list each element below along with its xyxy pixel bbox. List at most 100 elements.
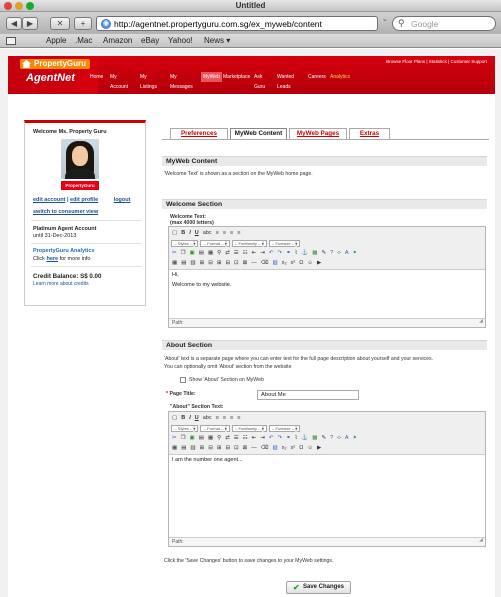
table-icon[interactable]: ▦ bbox=[171, 260, 178, 266]
numbered-list-icon[interactable]: ☷ bbox=[242, 250, 249, 256]
header-top-links[interactable]: Browse Floor Plans | Statistics | Custom… bbox=[386, 59, 487, 64]
redo-icon[interactable]: ↷ bbox=[277, 250, 284, 256]
paste-text-icon[interactable]: ▤ bbox=[198, 250, 205, 256]
history-dropdown-icon[interactable]: ⌄ bbox=[382, 15, 388, 23]
remove-format-icon[interactable]: ⌫ bbox=[260, 445, 270, 451]
stop-button[interactable]: ✕ bbox=[50, 17, 70, 30]
styles-select[interactable]: -- Styles -- bbox=[171, 424, 199, 432]
save-changes-button[interactable]: ✔ Save Changes bbox=[286, 581, 352, 594]
align-left-icon[interactable]: ≡ bbox=[215, 230, 220, 236]
add-bookmark-button[interactable]: + bbox=[74, 17, 92, 30]
back-button[interactable]: ◀ bbox=[6, 17, 22, 30]
row-props-icon[interactable]: ▤ bbox=[180, 260, 187, 266]
visual-aid-icon[interactable]: ▨ bbox=[272, 260, 279, 266]
cell-props-icon[interactable]: ▥ bbox=[189, 445, 196, 451]
copy-icon[interactable]: ❐ bbox=[180, 250, 187, 256]
strikethrough-icon[interactable]: abc bbox=[202, 415, 213, 421]
text-color-icon[interactable]: A bbox=[344, 435, 350, 441]
media-icon[interactable]: ▶ bbox=[316, 445, 322, 451]
justify-icon[interactable]: ≡ bbox=[236, 415, 241, 421]
forward-button[interactable]: ▶ bbox=[22, 17, 38, 30]
paste-word-icon[interactable]: ▦ bbox=[207, 435, 214, 441]
indent-icon[interactable]: ⇥ bbox=[259, 250, 266, 256]
emotions-icon[interactable]: ☺ bbox=[306, 445, 314, 451]
nav-home[interactable]: Home bbox=[88, 72, 105, 82]
help-icon[interactable]: ? bbox=[329, 250, 334, 256]
bullet-list-icon[interactable]: ☰ bbox=[233, 250, 240, 256]
nav-wanted-leads[interactable]: Wanted Leads bbox=[275, 72, 296, 90]
fontfamily-select[interactable]: -- Fontfamily -- bbox=[231, 239, 267, 247]
underline-icon[interactable]: U bbox=[194, 230, 200, 236]
format-select[interactable]: -- Format -- bbox=[200, 239, 230, 247]
nav-my-messages[interactable]: My Messages bbox=[168, 72, 195, 90]
tab-preferences[interactable]: Preferences bbox=[170, 128, 228, 139]
url-field[interactable]: ◉ http://agentnet.propertyguru.com.sg/ex… bbox=[96, 16, 378, 31]
link-icon[interactable]: ⚭ bbox=[285, 435, 292, 441]
superscript-icon[interactable]: x² bbox=[290, 445, 297, 451]
merge-cells-icon[interactable]: ⊡ bbox=[233, 445, 240, 451]
learn-credits-link[interactable]: Learn more about credits bbox=[33, 281, 89, 287]
analytics-here-link[interactable]: here bbox=[46, 256, 58, 262]
find-icon[interactable]: ⚲ bbox=[216, 250, 222, 256]
show-about-checkbox[interactable] bbox=[180, 377, 186, 383]
paste-text-icon[interactable]: ▤ bbox=[198, 435, 205, 441]
nav-analytics[interactable]: Analytics bbox=[328, 72, 352, 82]
bold-icon[interactable]: B bbox=[180, 415, 186, 421]
edit-profile-link[interactable]: edit profile bbox=[70, 197, 98, 203]
logout-link[interactable]: logout bbox=[114, 197, 131, 203]
edit-account-link[interactable]: edit account bbox=[33, 197, 65, 203]
about-text-editor[interactable]: ▢ B I U abc ≡ ≡ ≡ ≡ -- Styles -- -- Form… bbox=[168, 411, 486, 547]
media-icon[interactable]: ▶ bbox=[316, 260, 322, 266]
delete-row-icon[interactable]: ⊟ bbox=[207, 260, 214, 266]
undo-icon[interactable]: ↶ bbox=[268, 250, 275, 256]
about-text-area[interactable]: I am the number one agent... bbox=[169, 455, 485, 465]
remove-format-icon[interactable]: ⌫ bbox=[260, 260, 270, 266]
outdent-icon[interactable]: ⇤ bbox=[251, 435, 258, 441]
table-icon[interactable]: ▦ bbox=[171, 445, 178, 451]
new-doc-icon[interactable]: ▢ bbox=[171, 230, 178, 236]
tab-extras[interactable]: Extras bbox=[349, 128, 390, 139]
nav-careers[interactable]: Careers bbox=[306, 72, 328, 82]
anchor-icon[interactable]: ⚓ bbox=[300, 250, 309, 256]
format-select[interactable]: -- Format -- bbox=[200, 424, 230, 432]
fontfamily-select[interactable]: -- Fontfamily -- bbox=[231, 424, 267, 432]
delete-row-icon[interactable]: ⊟ bbox=[207, 445, 214, 451]
paste-icon[interactable]: ▣ bbox=[189, 435, 196, 441]
nav-my-listings[interactable]: My Listings bbox=[138, 72, 159, 90]
italic-icon[interactable]: I bbox=[188, 230, 192, 236]
insert-row-icon[interactable]: ⊞ bbox=[199, 260, 206, 266]
new-doc-icon[interactable]: ▢ bbox=[171, 415, 178, 421]
align-center-icon[interactable]: ≡ bbox=[222, 230, 227, 236]
bookmark-news[interactable]: News ▾ bbox=[204, 36, 230, 45]
cut-icon[interactable]: ✂ bbox=[171, 250, 178, 256]
propertyguru-logo[interactable]: PropertyGuru bbox=[20, 59, 91, 69]
row-props-icon[interactable]: ▤ bbox=[180, 445, 187, 451]
insert-col-icon[interactable]: ⊞ bbox=[216, 260, 223, 266]
insert-row-icon[interactable]: ⊞ bbox=[199, 445, 206, 451]
redo-icon[interactable]: ↷ bbox=[277, 435, 284, 441]
anchor-icon[interactable]: ⚓ bbox=[300, 435, 309, 441]
tab-myweb-content[interactable]: MyWeb Content bbox=[230, 128, 287, 139]
subscript-icon[interactable]: x₂ bbox=[281, 445, 288, 451]
emotions-icon[interactable]: ☺ bbox=[306, 260, 314, 266]
charmap-icon[interactable]: Ω bbox=[298, 445, 304, 451]
resize-grip-icon[interactable]: ◢ bbox=[479, 536, 483, 545]
highlight-color-icon[interactable]: ✦ bbox=[351, 250, 358, 256]
delete-col-icon[interactable]: ⊟ bbox=[224, 260, 231, 266]
bookmark-amazon[interactable]: Amazon bbox=[103, 36, 132, 45]
nav-myweb[interactable]: MyWeb bbox=[201, 72, 222, 82]
search-input[interactable]: ⚲ Google bbox=[392, 16, 496, 31]
bookmarks-book-icon[interactable] bbox=[6, 37, 16, 45]
numbered-list-icon[interactable]: ☷ bbox=[242, 435, 249, 441]
bookmark-mac[interactable]: .Mac bbox=[75, 36, 92, 45]
align-right-icon[interactable]: ≡ bbox=[229, 415, 234, 421]
text-color-icon[interactable]: A bbox=[344, 250, 350, 256]
align-center-icon[interactable]: ≡ bbox=[222, 415, 227, 421]
hr-icon[interactable]: — bbox=[250, 260, 258, 266]
tab-myweb-pages[interactable]: MyWeb Pages bbox=[289, 128, 347, 139]
italic-icon[interactable]: I bbox=[188, 415, 192, 421]
paste-word-icon[interactable]: ▦ bbox=[207, 250, 214, 256]
bold-icon[interactable]: B bbox=[180, 230, 186, 236]
unlink-icon[interactable]: ⌇ bbox=[294, 250, 299, 256]
cleanup-icon[interactable]: ✎ bbox=[320, 250, 327, 256]
